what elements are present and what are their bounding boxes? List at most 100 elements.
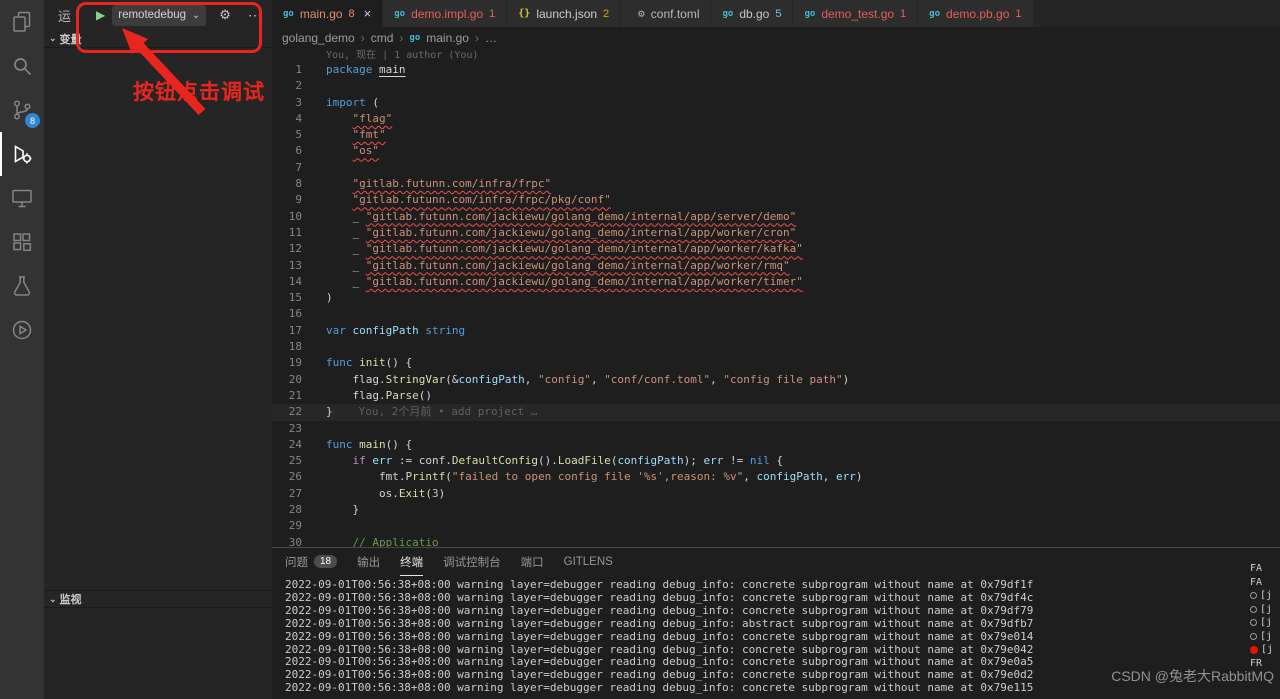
debug-config-dropdown[interactable]: remotedebug ⌄ (112, 5, 206, 26)
line-number[interactable]: 8 (272, 176, 302, 192)
panel-tab-输出[interactable]: 输出 (357, 548, 380, 576)
line-number[interactable]: 23 (272, 421, 302, 437)
breadcrumb-item[interactable]: cmd (371, 31, 394, 45)
panel-tab-调试控制台[interactable]: 调试控制台 (443, 548, 501, 576)
code-line[interactable]: 12 _ "gitlab.futunn.com/jackiewu/golang_… (272, 241, 1280, 257)
line-number[interactable]: 13 (272, 258, 302, 274)
line-number[interactable]: 30 (272, 535, 302, 547)
code-editor[interactable]: You, 现在 | 1 author (You) 1package main23… (272, 49, 1280, 547)
activity-run-debug[interactable] (0, 132, 44, 176)
code-line[interactable]: 6 "os" (272, 143, 1280, 159)
activity-extensions[interactable] (0, 220, 44, 264)
line-number[interactable]: 29 (272, 518, 302, 534)
line-number[interactable]: 15 (272, 290, 302, 306)
line-number[interactable]: 11 (272, 225, 302, 241)
code-line[interactable]: 10 _ "gitlab.futunn.com/jackiewu/golang_… (272, 209, 1280, 225)
code-line[interactable]: 2 (272, 78, 1280, 94)
terminal-line: 2022-09-01T00:56:38+08:00 warning layer=… (285, 592, 1280, 605)
line-number[interactable]: 25 (272, 453, 302, 469)
code-line[interactable]: 23 (272, 421, 1280, 437)
code-line[interactable]: 9 "gitlab.futunn.com/infra/frpc/pkg/conf… (272, 192, 1280, 208)
code-line[interactable]: 26 fmt.Printf("failed to open config fil… (272, 469, 1280, 485)
line-number[interactable]: 9 (272, 192, 302, 208)
codelens-annotation[interactable]: You, 现在 | 1 author (You) (272, 49, 1280, 62)
breadcrumb-item[interactable]: golang_demo (282, 31, 355, 45)
code-line[interactable]: 7 (272, 160, 1280, 176)
line-number[interactable]: 26 (272, 469, 302, 485)
code-line[interactable]: 11 _ "gitlab.futunn.com/jackiewu/golang_… (272, 225, 1280, 241)
code-line[interactable]: 3import ( (272, 95, 1280, 111)
code-line[interactable]: 28 } (272, 502, 1280, 518)
line-number[interactable]: 17 (272, 323, 302, 339)
code-line[interactable]: 27 os.Exit(3) (272, 486, 1280, 502)
variables-section-header[interactable]: ⌄ 变量 (44, 30, 272, 48)
panel-tab-问题[interactable]: 问题18 (285, 548, 337, 576)
code-line[interactable]: 24func main() { (272, 437, 1280, 453)
tab-db.go[interactable]: godb.go5 (711, 0, 793, 27)
line-number[interactable]: 24 (272, 437, 302, 453)
line-number[interactable]: 3 (272, 95, 302, 111)
tab-main.go[interactable]: gomain.go8× (272, 0, 383, 27)
code-line[interactable]: 15) (272, 290, 1280, 306)
code-line[interactable]: 14 _ "gitlab.futunn.com/jackiewu/golang_… (272, 274, 1280, 290)
tab-launch.json[interactable]: {}launch.json2 (507, 0, 621, 27)
code-line[interactable]: 16 (272, 306, 1280, 322)
line-number[interactable]: 18 (272, 339, 302, 355)
activity-testing[interactable] (0, 264, 44, 308)
line-number[interactable]: 19 (272, 355, 302, 371)
code-line[interactable]: 22}You, 2个月前 • add project … (272, 404, 1280, 420)
line-number[interactable]: 6 (272, 143, 302, 159)
line-number[interactable]: 16 (272, 306, 302, 322)
line-number[interactable]: 4 (272, 111, 302, 127)
code-line[interactable]: 1package main (272, 62, 1280, 78)
gear-icon[interactable]: ⚙ (219, 7, 231, 23)
tab-demo_test.go[interactable]: godemo_test.go1 (793, 0, 918, 27)
debug-toolbar: 运 ▶ remotedebug ⌄ ⚙ ⋯ (44, 0, 272, 30)
line-number[interactable]: 20 (272, 372, 302, 388)
code-line[interactable]: 4 "flag" (272, 111, 1280, 127)
activity-search[interactable] (0, 44, 44, 88)
terminal-overflow-item: [j (1250, 630, 1278, 644)
code-line[interactable]: 29 (272, 518, 1280, 534)
code-line[interactable]: 30 // Applicatio (272, 535, 1280, 547)
code-line[interactable]: 18 (272, 339, 1280, 355)
line-number[interactable]: 5 (272, 127, 302, 143)
code-line[interactable]: 13 _ "gitlab.futunn.com/jackiewu/golang_… (272, 258, 1280, 274)
more-actions-icon[interactable]: ⋯ (248, 7, 262, 24)
activity-explorer[interactable] (0, 0, 44, 44)
line-number[interactable]: 28 (272, 502, 302, 518)
code-line[interactable]: 5 "fmt" (272, 127, 1280, 143)
tab-demo.pb.go[interactable]: godemo.pb.go1 (918, 0, 1033, 27)
watch-section-header[interactable]: ⌄ 监视 (44, 590, 272, 608)
activity-source-control[interactable]: 8 (0, 88, 44, 132)
breadcrumb-item[interactable]: main.go (426, 31, 469, 45)
tab-conf.toml[interactable]: ⚙conf.toml (621, 0, 711, 27)
line-number[interactable]: 27 (272, 486, 302, 502)
line-number[interactable]: 2 (272, 78, 302, 94)
breadcrumb-overflow[interactable]: … (485, 31, 497, 45)
tab-demo.impl.go[interactable]: godemo.impl.go1 (383, 0, 507, 27)
code-line[interactable]: 25 if err := conf.DefaultConfig().LoadFi… (272, 453, 1280, 469)
line-number[interactable]: 10 (272, 209, 302, 225)
code-line[interactable]: 21 flag.Parse() (272, 388, 1280, 404)
editor-area: gomain.go8×godemo.impl.go1{}launch.json2… (272, 0, 1280, 699)
debug-start-icon[interactable]: ▶ (96, 8, 105, 22)
panel-tab-GITLENS[interactable]: GITLENS (564, 548, 613, 576)
line-number[interactable]: 14 (272, 274, 302, 290)
line-number[interactable]: 22 (272, 404, 302, 420)
line-number[interactable]: 1 (272, 62, 302, 78)
line-number[interactable]: 12 (272, 241, 302, 257)
close-icon[interactable]: × (364, 6, 372, 21)
code-line[interactable]: 17var configPath string (272, 323, 1280, 339)
line-number[interactable]: 21 (272, 388, 302, 404)
activity-remote-explorer[interactable] (0, 176, 44, 220)
line-number[interactable]: 7 (272, 160, 302, 176)
tab-label: demo.impl.go (411, 7, 483, 21)
panel-tab-端口[interactable]: 端口 (521, 548, 544, 576)
code-line[interactable]: 19func init() { (272, 355, 1280, 371)
code-line[interactable]: 20 flag.StringVar(&configPath, "config",… (272, 372, 1280, 388)
code-line[interactable]: 8 "gitlab.futunn.com/infra/frpc" (272, 176, 1280, 192)
activity-run-circle[interactable] (0, 308, 44, 352)
line-content: "fmt" (302, 127, 386, 143)
panel-tab-终端[interactable]: 终端 (400, 548, 423, 576)
